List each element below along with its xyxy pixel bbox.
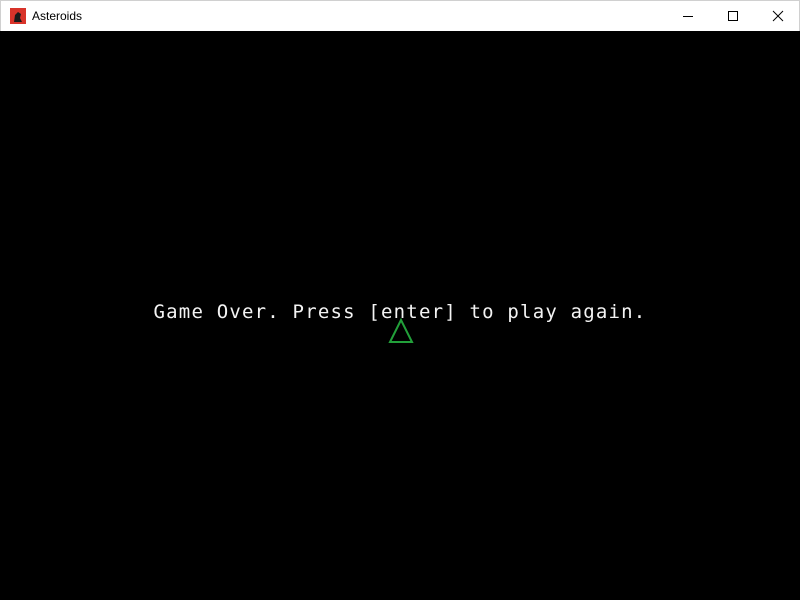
game-window: Asteroids Game Over. Press [enter] to pl… [0,0,800,600]
minimize-button[interactable] [665,1,711,31]
close-icon [772,10,784,22]
maximize-icon [728,11,738,21]
maximize-button[interactable] [710,1,756,31]
app-icon [10,8,26,24]
title-bar[interactable]: Asteroids [0,0,800,31]
game-canvas[interactable]: Game Over. Press [enter] to play again. [0,31,800,600]
minimize-icon [683,16,693,17]
triangle-ship-icon [388,318,414,343]
window-title: Asteroids [32,9,83,23]
close-button[interactable] [755,1,800,31]
